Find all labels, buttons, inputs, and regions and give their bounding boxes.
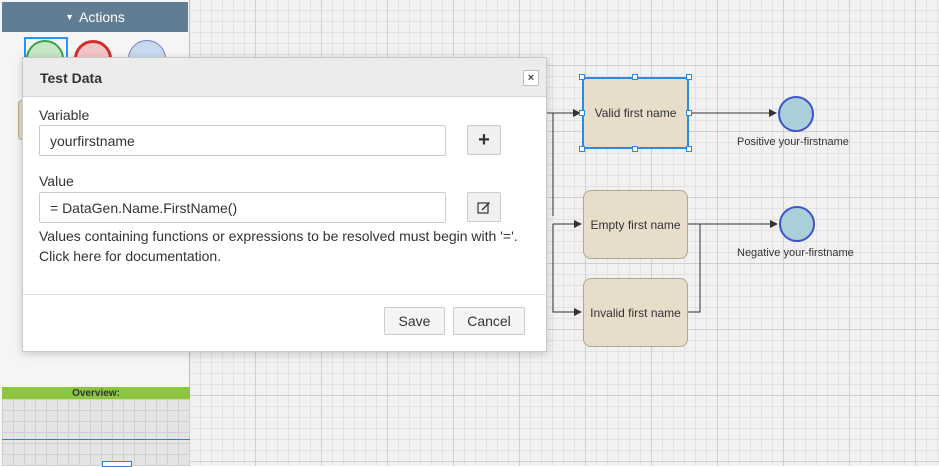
variable-input[interactable] bbox=[39, 125, 446, 156]
dialog-divider bbox=[23, 294, 546, 295]
cancel-button[interactable]: Cancel bbox=[453, 307, 525, 335]
resize-handle[interactable] bbox=[579, 110, 585, 116]
end-event-negative[interactable] bbox=[779, 206, 815, 242]
add-variable-button[interactable]: + bbox=[467, 125, 501, 155]
end-event-label: Negative your-firstname bbox=[737, 247, 854, 259]
close-icon[interactable]: × bbox=[523, 70, 539, 86]
task-label: Valid first name bbox=[594, 106, 677, 120]
resize-handle[interactable] bbox=[686, 146, 692, 152]
task-valid-first-name[interactable]: Valid first name bbox=[582, 77, 689, 149]
resize-handle[interactable] bbox=[686, 74, 692, 80]
edit-value-button[interactable] bbox=[467, 192, 501, 222]
resize-handle[interactable] bbox=[632, 74, 638, 80]
help-text-line: Values containing functions or expressio… bbox=[39, 228, 518, 244]
help-text: Values containing functions or expressio… bbox=[39, 226, 534, 266]
value-label: Value bbox=[39, 173, 74, 189]
task-invalid-first-name[interactable]: Invalid first name bbox=[583, 278, 688, 347]
resize-handle[interactable] bbox=[579, 146, 585, 152]
end-event-positive[interactable] bbox=[778, 96, 814, 132]
connector-to-invalid bbox=[552, 224, 582, 316]
task-label: Invalid first name bbox=[590, 305, 681, 320]
plus-icon: + bbox=[478, 128, 490, 151]
resize-handle[interactable] bbox=[686, 110, 692, 116]
value-input[interactable] bbox=[39, 192, 446, 223]
task-label: Empty first name bbox=[590, 217, 681, 232]
variable-label: Variable bbox=[39, 107, 90, 123]
connector-to-valid bbox=[547, 113, 580, 216]
dialog-title: Test Data bbox=[40, 70, 102, 86]
connector-invalid-to-negative bbox=[688, 224, 701, 313]
end-event-label: Positive your-firstname bbox=[737, 136, 849, 148]
test-data-dialog: Test Data × Variable + Value Values cont… bbox=[22, 57, 547, 352]
resize-handle[interactable] bbox=[632, 146, 638, 152]
resize-handle[interactable] bbox=[579, 74, 585, 80]
task-empty-first-name[interactable]: Empty first name bbox=[583, 190, 688, 259]
save-button[interactable]: Save bbox=[384, 307, 445, 335]
edit-icon bbox=[477, 202, 490, 214]
dialog-header: Test Data × bbox=[23, 58, 546, 97]
documentation-link[interactable]: Click here for documentation. bbox=[39, 248, 221, 264]
